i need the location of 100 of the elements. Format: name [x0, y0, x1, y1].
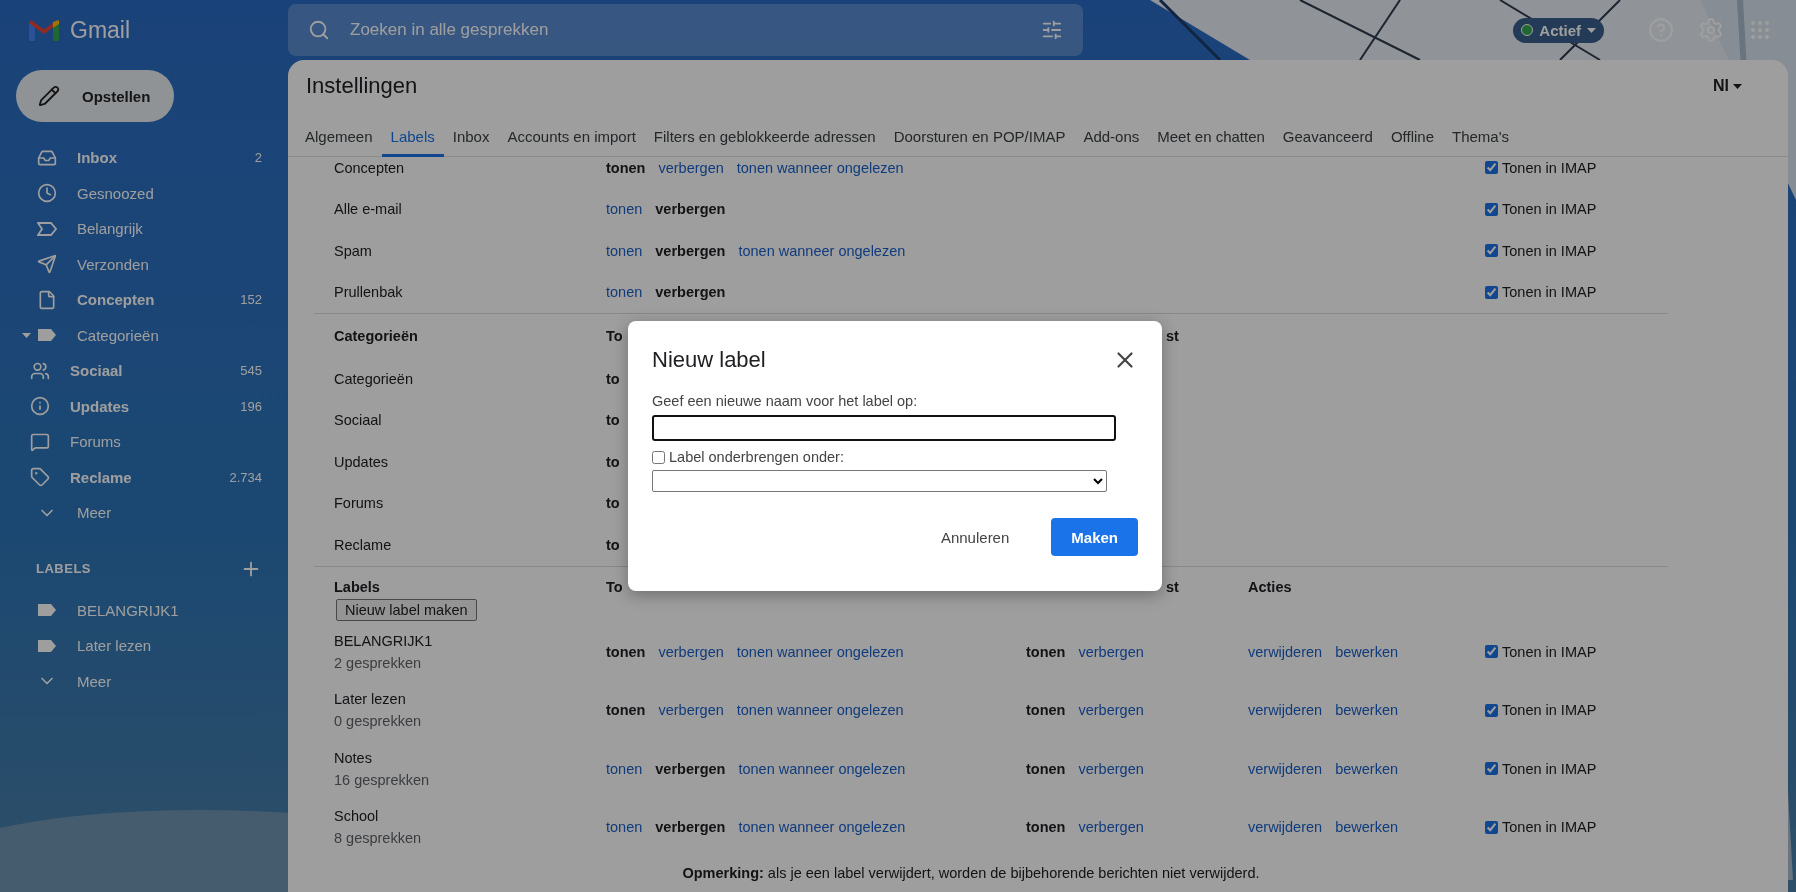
filter-options-icon[interactable] — [1041, 19, 1063, 41]
settings-tab[interactable]: Thema's — [1443, 112, 1519, 157]
option-link[interactable]: tonen wanneer ongelezen — [736, 702, 904, 719]
sidebar-item[interactable]: Updates 196 — [0, 388, 288, 424]
nest-checkbox[interactable] — [652, 450, 665, 464]
label-name: BELANGRIJK1 — [334, 632, 434, 649]
selected-option: tonen — [606, 702, 646, 719]
sidebar-item[interactable]: Belangrijk — [0, 211, 288, 247]
option-link[interactable]: tonen wanneer ongelezen — [736, 159, 904, 176]
imap-checkbox[interactable] — [1485, 285, 1498, 299]
new-label-button[interactable]: Nieuw label maken — [336, 598, 477, 621]
option-link[interactable]: verbergen — [1078, 702, 1144, 719]
settings-tab[interactable]: Labels — [381, 112, 444, 157]
action-link[interactable]: verwijderen — [1248, 702, 1323, 719]
imap-checkbox[interactable] — [1485, 820, 1498, 834]
label-name: Alle e-mail — [334, 201, 402, 218]
selected-option: verbergen — [655, 201, 726, 218]
option-link[interactable]: tonen — [606, 760, 643, 777]
action-link[interactable]: verwijderen — [1248, 760, 1323, 777]
sidebar-item[interactable]: Sociaal 545 — [0, 353, 288, 389]
compose-button[interactable]: Opstellen — [16, 70, 174, 122]
file-icon — [37, 289, 57, 310]
imap-checkbox[interactable] — [1485, 202, 1498, 216]
sidebar-item[interactable]: BELANGRIJK1 — [0, 592, 288, 628]
settings-tab[interactable]: Filters en geblokkeerde adressen — [644, 112, 885, 157]
settings-tab[interactable]: Offline — [1381, 112, 1443, 157]
sidebar-item[interactable]: Concepten 152 — [0, 282, 288, 318]
sidebar-item[interactable]: Inbox 2 — [0, 140, 288, 176]
action-link[interactable]: verwijderen — [1248, 819, 1323, 836]
settings-tab[interactable]: Geavanceerd — [1273, 112, 1382, 157]
caret-down-icon[interactable] — [22, 332, 31, 338]
option-link[interactable]: tonen wanneer ongelezen — [738, 242, 906, 259]
action-link[interactable]: bewerken — [1335, 643, 1399, 660]
parent-label-select[interactable] — [652, 470, 1107, 492]
label-name: Categorieën — [334, 370, 413, 387]
selected-option: verbergen — [655, 819, 726, 836]
option-link[interactable]: verbergen — [658, 643, 724, 660]
option-link[interactable]: tonen — [606, 284, 643, 301]
sidebar-item[interactable]: Meer — [0, 495, 288, 531]
unread-count: 152 — [240, 292, 262, 308]
action-link[interactable]: bewerken — [1335, 819, 1399, 836]
create-button[interactable]: Maken — [1051, 518, 1138, 556]
sidebar-item[interactable]: Forums — [0, 424, 288, 460]
label-name: Notes — [334, 749, 373, 766]
option-link[interactable]: verbergen — [658, 159, 724, 176]
action-link[interactable]: verwijderen — [1248, 643, 1323, 660]
imap-label: Tonen in IMAP — [1502, 819, 1597, 836]
option-link[interactable]: verbergen — [1078, 643, 1144, 660]
option-link[interactable]: verbergen — [1078, 760, 1144, 777]
sidebar-item[interactable]: Later lezen — [0, 628, 288, 664]
imap-checkbox[interactable] — [1485, 703, 1498, 717]
imap-checkbox[interactable] — [1485, 244, 1498, 258]
label-icon — [37, 603, 57, 618]
option-link[interactable]: tonen — [606, 201, 643, 218]
sidebar-item[interactable]: Categorieën — [0, 317, 288, 353]
settings-tab[interactable]: Inbox — [443, 112, 499, 157]
option-link[interactable]: tonen — [606, 242, 643, 259]
selected-option: tonen — [1026, 702, 1066, 719]
sidebar-item[interactable]: Reclame 2.734 — [0, 459, 288, 495]
action-link[interactable]: bewerken — [1335, 760, 1399, 777]
gmail-logo[interactable] — [28, 18, 60, 42]
label-name-input[interactable] — [652, 415, 1116, 441]
option-link[interactable]: tonen — [606, 819, 643, 836]
caret-down-icon[interactable] — [1733, 83, 1742, 89]
important-icon — [37, 221, 57, 236]
label-name: Concepten — [334, 159, 405, 176]
labels-heading: LABELS — [36, 561, 91, 576]
settings-tab[interactable]: Accounts en import — [498, 112, 645, 157]
settings-tab[interactable]: Algemeen — [296, 112, 382, 157]
column-header: To — [606, 328, 623, 344]
imap-checkbox[interactable] — [1485, 645, 1498, 659]
option-link[interactable]: verbergen — [1078, 819, 1144, 836]
option-text: to — [606, 536, 620, 553]
selected-option: verbergen — [655, 284, 726, 301]
conversation-count: 8 gesprekken — [334, 830, 423, 847]
sidebar-item[interactable]: Meer — [0, 663, 288, 699]
cancel-button[interactable]: Annuleren — [920, 518, 1030, 556]
settings-tab[interactable]: Meet en chatten — [1148, 112, 1274, 157]
page-title: Instellingen — [306, 73, 418, 99]
settings-tab[interactable]: Add-ons — [1074, 112, 1149, 157]
sidebar-item[interactable]: Gesnoozed — [0, 175, 288, 211]
selected-option: tonen — [606, 643, 646, 660]
option-link[interactable]: tonen wanneer ongelezen — [738, 760, 906, 777]
action-link[interactable]: bewerken — [1335, 702, 1399, 719]
imap-label: Tonen in IMAP — [1502, 159, 1597, 176]
language-button[interactable]: Nl — [1707, 76, 1748, 96]
sidebar-item[interactable]: Verzonden — [0, 246, 288, 282]
search-icon[interactable] — [308, 19, 330, 41]
imap-checkbox[interactable] — [1485, 161, 1498, 175]
imap-checkbox[interactable] — [1485, 762, 1498, 776]
caret-down-icon[interactable] — [1587, 27, 1596, 33]
section-heading: Labels — [334, 578, 380, 595]
settings-tab[interactable]: Doorsturen en POP/IMAP — [884, 112, 1075, 157]
option-link[interactable]: verbergen — [658, 702, 724, 719]
label-name: Prullenbak — [334, 284, 403, 301]
option-text: to — [606, 453, 620, 470]
option-text: to — [606, 370, 620, 387]
option-link[interactable]: tonen wanneer ongelezen — [736, 643, 904, 660]
option-link[interactable]: tonen wanneer ongelezen — [738, 819, 906, 836]
selected-option: tonen — [606, 159, 646, 176]
